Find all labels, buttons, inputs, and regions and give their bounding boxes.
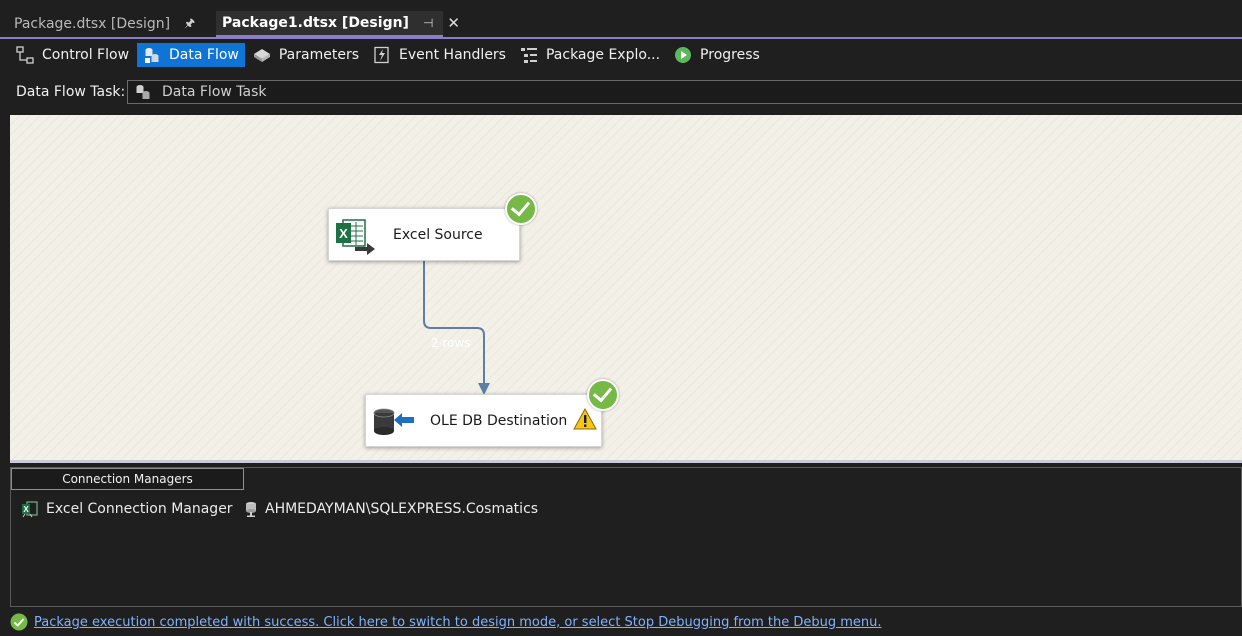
success-icon [10,613,28,631]
tab-package-dtsx[interactable]: Package.dtsx [Design] 🖈 [8,11,213,37]
package-explorer-icon [520,46,538,64]
control-flow-label: Control Flow [42,47,130,63]
tab-data-flow[interactable]: Data Flow [137,43,245,67]
task-selector-row: Data Flow Task: Data Flow Task [0,78,1242,108]
execution-status-link[interactable]: Package execution completed with success… [34,615,881,630]
connection-managers-panel: Connection Managers X Excel Connection M… [10,467,1242,607]
progress-icon [674,46,692,64]
tab-event-handlers[interactable]: Event Handlers [367,43,512,67]
svg-text:X: X [23,505,29,514]
tab-package-explorer[interactable]: Package Explo... [514,43,666,67]
pin-icon[interactable]: 🖈 [184,14,195,35]
warning-icon[interactable] [573,407,597,430]
data-flow-canvas[interactable]: 2 rows X Excel Source OLE DB Destination [10,115,1242,460]
tab-underline [0,37,1242,39]
parameters-label: Parameters [278,47,359,63]
parameters-icon [253,46,271,64]
tab-control-flow[interactable]: Control Flow [10,43,135,67]
svg-text:X: X [339,226,348,241]
tab-package1-dtsx[interactable]: Package1.dtsx [Design] ⊣ ✕ [216,11,460,37]
excel-connection-manager[interactable]: X Excel Connection Manager [21,500,233,518]
document-tab-bar: Package.dtsx [Design] 🖈 Package1.dtsx [D… [0,0,1242,38]
tab-parameters[interactable]: Parameters [247,43,365,67]
data-flow-path[interactable] [10,115,1242,460]
path-row-count: 2 rows [431,336,471,350]
oledb-connection-icon [243,500,259,518]
execution-status-bar: Package execution completed with success… [10,610,1242,634]
progress-label: Progress [700,47,760,63]
close-icon[interactable]: ✕ [447,14,460,32]
event-handlers-label: Event Handlers [399,47,506,63]
connection-managers-tab[interactable]: Connection Managers [11,468,244,490]
designer-toolbar: Control Flow Data Flow Parameters Event … [10,40,1242,70]
excel-connection-icon: X [21,500,39,518]
excel-connection-label: Excel Connection Manager [46,501,233,517]
ole-db-destination-component[interactable]: OLE DB Destination [365,394,602,447]
tab-label: Package.dtsx [Design] [14,16,171,32]
success-check-icon [587,379,619,411]
canvas-splitter[interactable] [10,460,1242,463]
control-flow-icon [16,46,34,64]
ole-db-destination-label: OLE DB Destination [430,412,568,429]
excel-source-icon: X [335,217,375,255]
success-check-icon [505,193,537,225]
package-explorer-label: Package Explo... [545,47,661,63]
task-dropdown[interactable]: Data Flow Task [127,80,1242,104]
ole-db-destination-icon [372,403,414,439]
task-label: Data Flow Task: [16,84,126,100]
excel-source-label: Excel Source [393,226,483,243]
connection-managers-tab-label: Connection Managers [62,472,193,486]
tab-label: Package1.dtsx [Design] [222,15,409,31]
pin-icon[interactable]: ⊣ [423,16,433,30]
oledb-connection-manager[interactable]: AHMEDAYMAN\SQLEXPRESS.Cosmatics [243,500,538,518]
excel-source-component[interactable]: X Excel Source [328,208,520,261]
data-flow-icon [143,46,161,64]
oledb-connection-label: AHMEDAYMAN\SQLEXPRESS.Cosmatics [265,501,539,517]
tab-progress[interactable]: Progress [668,43,766,67]
task-dropdown-value: Data Flow Task [162,84,267,100]
event-handlers-icon [373,46,391,64]
data-flow-label: Data Flow [169,47,239,63]
data-flow-task-icon [134,83,152,101]
